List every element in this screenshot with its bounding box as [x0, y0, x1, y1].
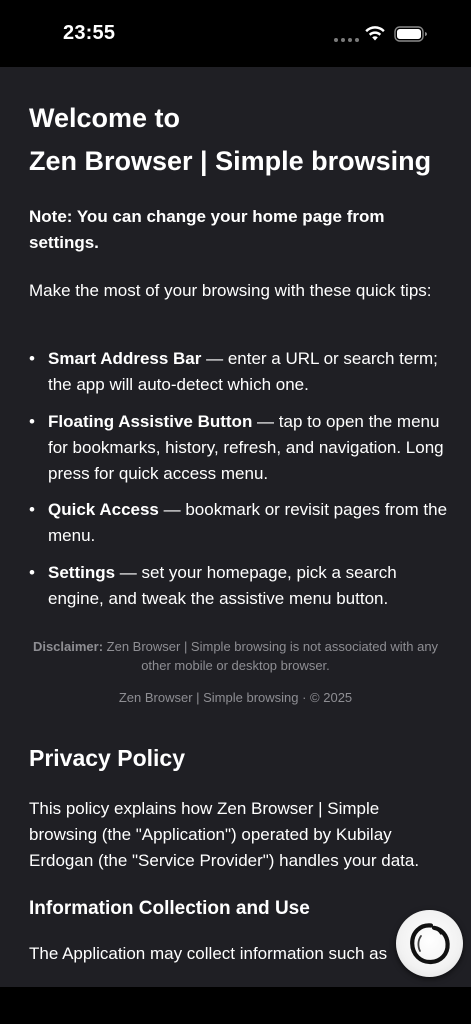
- status-bar: 23:55: [0, 0, 471, 67]
- tip-settings: • Settings — set your homepage, pick a s…: [29, 560, 449, 612]
- bullet-icon: •: [29, 500, 35, 519]
- disclaimer-label: Disclaimer:: [32, 639, 104, 654]
- floating-assistive-button[interactable]: [396, 910, 463, 977]
- privacy-policy-title: Privacy Policy: [29, 745, 185, 771]
- battery-icon: [394, 26, 427, 42]
- status-time: 23:55: [63, 22, 116, 44]
- disclaimer-text: Zen Browser | Simple browsing is not ass…: [103, 639, 439, 673]
- information-collection-text: The Application may collect information …: [29, 944, 388, 963]
- tip-title: Smart Address Bar: [48, 349, 202, 368]
- bullet-icon: •: [29, 349, 35, 368]
- enso-circle-icon: [409, 922, 450, 964]
- tip-smart-address-bar: • Smart Address Bar — enter a URL or sea…: [29, 346, 449, 398]
- home-page-note: Note: You can change your home page from…: [29, 207, 385, 252]
- bullet-icon: •: [29, 411, 35, 431]
- welcome-title-line-1: Welcome to: [29, 103, 181, 133]
- disclaimer: Disclaimer: Zen Browser | Simple browsin…: [29, 637, 442, 675]
- tip-title: Quick Access: [48, 500, 159, 519]
- welcome-title-line-2: Zen Browser | Simple browsing: [29, 146, 432, 176]
- welcome-title: Welcome to Zen Browser | Simple browsing: [29, 97, 449, 183]
- information-collection-title: Information Collection and Use: [29, 898, 310, 919]
- tips-list: • Smart Address Bar — enter a URL or sea…: [29, 346, 449, 622]
- tip-title: Settings: [48, 562, 116, 582]
- signal-dots-icon: [334, 38, 359, 42]
- tip-title: Floating Assistive Button: [48, 411, 253, 431]
- tips-intro: Make the most of your browsing with thes…: [29, 281, 432, 300]
- tip-quick-access: • Quick Access — bookmark or revisit pag…: [29, 497, 449, 549]
- copyright: Zen Browser | Simple browsing · © 2025: [118, 690, 353, 705]
- app-screen: 23:55 Welcome to Zen Browser | Simple br…: [0, 0, 471, 1024]
- wifi-icon: [365, 26, 385, 41]
- welcome-page: Welcome to Zen Browser | Simple browsing…: [0, 67, 471, 987]
- bottom-bar: [0, 987, 471, 1024]
- tip-floating-assistive-button: • Floating Assistive Button — tap to ope…: [29, 409, 449, 487]
- privacy-policy-intro: This policy explains how Zen Browser | S…: [29, 799, 420, 870]
- bullet-icon: •: [29, 562, 35, 582]
